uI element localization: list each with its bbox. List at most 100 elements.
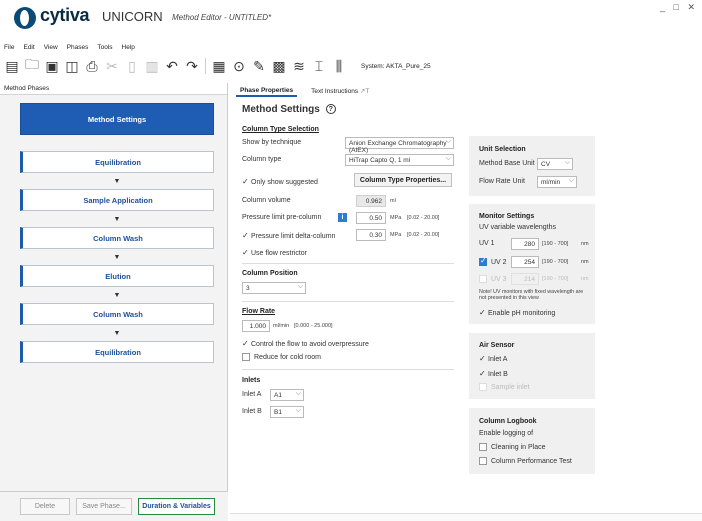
phase-elution[interactable]: Elution xyxy=(20,265,214,287)
phase-sample-application[interactable]: Sample Application xyxy=(20,189,214,211)
info-icon[interactable]: i xyxy=(338,213,347,222)
column-type-dropdown[interactable]: HiTrap Capto Q, 1 ml ⌵ xyxy=(345,154,454,166)
tab-text-instructions[interactable]: Text Instructions ↗T xyxy=(307,85,373,97)
duration-variables-button[interactable]: Duration & Variables xyxy=(138,498,215,515)
flow-rate-title: Flow Rate xyxy=(242,308,276,315)
columns-icon[interactable]: ⫼ xyxy=(329,57,349,75)
phase-method-settings[interactable]: Method Settings xyxy=(20,103,214,135)
phase-equilibration[interactable]: Equilibration xyxy=(20,341,214,363)
column-performance-test-checkbox[interactable]: Column Performance Test xyxy=(479,457,572,465)
menu-phases[interactable]: Phases xyxy=(67,44,89,54)
technique-dropdown[interactable]: Anion Exchange Chromatography (AIEX) ⌵ xyxy=(345,137,454,154)
method-settings-icon[interactable]: ▦ xyxy=(209,57,229,75)
copy-icon[interactable]: ▯ xyxy=(122,57,142,75)
checkbox-icon xyxy=(479,443,487,451)
menu-help[interactable]: Help xyxy=(122,44,135,54)
open-folder-icon[interactable]: 🗀 xyxy=(22,56,42,75)
arrow-down-icon: ▼ xyxy=(113,329,121,337)
menu-edit[interactable]: Edit xyxy=(23,44,34,54)
monitor-settings-title: Monitor Settings xyxy=(479,213,535,220)
air-sensor-inlet-b-checkbox[interactable]: ✓ Inlet B xyxy=(479,369,508,378)
horizontal-scrollbar[interactable] xyxy=(230,513,702,521)
save-as-icon[interactable]: ◫ xyxy=(62,57,82,75)
check-icon: ✓ xyxy=(242,231,249,240)
chevron-down-icon: ⌵ xyxy=(568,177,574,184)
column-type-properties-button[interactable]: Column Type Properties... xyxy=(354,173,452,187)
uv-variable-subtitle: UV variable wavelengths xyxy=(479,224,557,231)
column-position-dropdown[interactable]: 3 ⌵ xyxy=(242,282,306,294)
save-icon[interactable]: ▣ xyxy=(42,57,62,75)
menu-file[interactable]: File xyxy=(4,44,14,54)
left-footer: Delete Save Phase... Duration & Variable… xyxy=(0,491,228,521)
phase-equilibration[interactable]: Equilibration xyxy=(20,151,214,173)
check-icon: ✓ xyxy=(242,248,249,257)
bracket-icon[interactable]: ⌶ xyxy=(309,57,329,75)
run-icon[interactable]: ⊙ xyxy=(229,57,249,75)
flow-rate-field[interactable]: 1.000 xyxy=(242,320,270,332)
verify-icon[interactable]: ✎ xyxy=(249,57,269,75)
chevron-down-icon: ⌵ xyxy=(564,159,570,166)
save-phase-button[interactable]: Save Phase... xyxy=(76,498,132,515)
uv3-unit: nm xyxy=(581,276,589,282)
phase-list: Method Settings Equilibration ▼ Sample A… xyxy=(0,95,227,363)
chevron-down-icon: ⌵ xyxy=(295,407,301,414)
air-sensor-inlet-a-checkbox[interactable]: ✓ Inlet A xyxy=(479,354,507,363)
checkbox-icon xyxy=(479,275,487,283)
tab-phase-properties[interactable]: Phase Properties xyxy=(236,85,298,97)
undo-icon[interactable]: ↶ xyxy=(162,57,182,75)
cut-icon[interactable]: ✂ xyxy=(102,57,122,75)
pressure-pre-column-field[interactable]: 0.50 xyxy=(356,212,386,224)
print-icon[interactable]: ⎙ xyxy=(82,57,102,75)
method-phases-panel: Method Phases Method Settings Equilibrat… xyxy=(0,83,228,521)
uv3-checkbox[interactable]: UV 3 xyxy=(479,275,507,283)
instrument-icon[interactable]: ▩ xyxy=(269,57,289,75)
pressure-delta-column-field[interactable]: 0.30 xyxy=(356,229,386,241)
uv1-unit: nm xyxy=(581,241,589,247)
method-base-unit-dropdown[interactable]: CV ⌵ xyxy=(537,158,573,170)
paste-icon[interactable]: ▥ xyxy=(142,57,162,75)
method-phases-header: Method Phases xyxy=(0,83,227,95)
window-controls[interactable]: _ □ ✕ xyxy=(660,2,698,13)
flow-rate-unit-dropdown[interactable]: ml/min ⌵ xyxy=(537,176,577,188)
enable-ph-monitoring-checkbox[interactable]: ✓ Enable pH monitoring xyxy=(479,308,555,317)
inlet-a-label: Inlet A xyxy=(242,391,262,398)
inlet-b-dropdown[interactable]: B1 ⌵ xyxy=(270,406,304,418)
delete-button[interactable]: Delete xyxy=(20,498,70,515)
unit-selection-card: Unit Selection Method Base Unit CV ⌵ Flow… xyxy=(469,136,595,196)
column-position-title: Column Position xyxy=(242,270,298,277)
redo-icon[interactable]: ↷ xyxy=(182,57,202,75)
help-icon[interactable]: ? xyxy=(325,104,336,115)
flow-rate-unit-label: Flow Rate Unit xyxy=(479,178,525,185)
monitor-settings-card: Monitor Settings UV variable wavelengths… xyxy=(469,204,595,324)
section-divider xyxy=(242,301,454,302)
uv1-field[interactable]: 280 xyxy=(511,238,539,250)
cleaning-in-place-checkbox[interactable]: Cleaning in Place xyxy=(479,443,545,451)
only-show-suggested-checkbox[interactable]: ✓ Only show suggested xyxy=(242,177,318,186)
reduce-cold-room-checkbox[interactable]: Reduce for cold room xyxy=(242,353,321,361)
checkbox-checked-icon xyxy=(479,256,487,266)
phase-column-wash[interactable]: Column Wash xyxy=(20,227,214,249)
system-label: System: AKTA_Pure_25 xyxy=(361,62,431,70)
pressure-pre-column-range: [0.02 - 20.00] xyxy=(407,215,440,221)
cytiva-logo xyxy=(14,7,36,29)
pressure-delta-checkbox[interactable]: ✓ Pressure limit delta-column xyxy=(242,231,335,240)
phase-column-wash[interactable]: Column Wash xyxy=(20,303,214,325)
menu-tools[interactable]: Tools xyxy=(97,44,112,54)
inlet-a-dropdown[interactable]: A1 ⌵ xyxy=(270,389,304,401)
new-method-icon[interactable]: ▤ xyxy=(2,57,22,75)
flow-rate-range: [0.000 - 25.000] xyxy=(294,323,333,329)
settings-icon[interactable]: ≋ xyxy=(289,57,309,75)
checkbox-icon xyxy=(479,383,487,391)
check-icon: ✓ xyxy=(479,354,486,363)
menu-view[interactable]: View xyxy=(44,44,58,54)
brand-name: cytiva xyxy=(40,5,90,25)
chevron-down-icon: ⌵ xyxy=(295,390,301,397)
uv1-range: [190 - 700] xyxy=(542,241,569,247)
control-overpressure-checkbox[interactable]: ✓ Control the flow to avoid overpressure xyxy=(242,339,369,348)
title-bar: cytiva UNICORN Method Editor - UNTITLED*… xyxy=(0,0,702,40)
uv1-label: UV 1 xyxy=(479,240,495,247)
sample-inlet-checkbox[interactable]: Sample inlet xyxy=(479,383,530,391)
uv2-checkbox[interactable]: UV 2 xyxy=(479,256,507,266)
flow-restrictor-checkbox[interactable]: ✓ Use flow restrictor xyxy=(242,248,307,257)
uv2-field[interactable]: 254 xyxy=(511,256,539,268)
